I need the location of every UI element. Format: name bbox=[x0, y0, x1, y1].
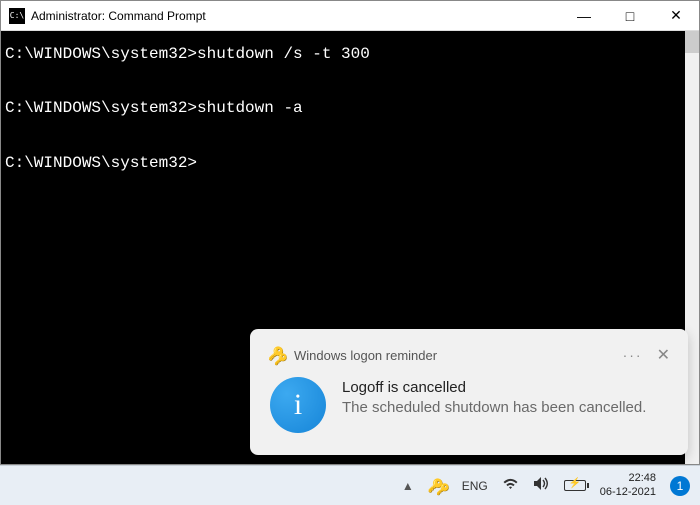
close-icon[interactable]: ✕ bbox=[657, 345, 670, 365]
clock-date: 06-12-2021 bbox=[600, 486, 656, 500]
minimize-button[interactable]: — bbox=[561, 1, 607, 30]
taskbar: ▲ 🔑🔑 ENG ⚡ 22:48 06-12-2021 1 bbox=[0, 465, 700, 505]
info-icon: i bbox=[270, 377, 326, 433]
notification-text: Logoff is cancelled The scheduled shutdo… bbox=[342, 377, 670, 418]
cmd-icon: C:\ bbox=[9, 8, 25, 24]
notification-title: Logoff is cancelled bbox=[342, 379, 670, 396]
terminal-line bbox=[5, 68, 699, 95]
tray-keys-icon[interactable]: 🔑🔑 bbox=[428, 478, 448, 494]
maximize-button[interactable]: □ bbox=[607, 1, 653, 30]
more-icon[interactable]: ··· bbox=[623, 347, 643, 363]
keys-icon: 🔑🔑 bbox=[268, 346, 286, 364]
notification-badge[interactable]: 1 bbox=[670, 476, 690, 496]
scrollbar-thumb[interactable] bbox=[685, 31, 699, 53]
chevron-up-icon[interactable]: ▲ bbox=[402, 479, 414, 493]
clock-time: 22:48 bbox=[600, 472, 656, 486]
terminal-line: C:\WINDOWS\system32> bbox=[5, 150, 699, 177]
clock[interactable]: 22:48 06-12-2021 bbox=[600, 472, 656, 500]
terminal-line bbox=[5, 123, 699, 150]
notification-header: 🔑🔑 Windows logon reminder ··· ✕ bbox=[268, 345, 670, 365]
wifi-icon[interactable] bbox=[502, 477, 519, 494]
notification-message: The scheduled shutdown has been cancelle… bbox=[342, 398, 670, 418]
notification-toast[interactable]: 🔑🔑 Windows logon reminder ··· ✕ i Logoff… bbox=[250, 329, 688, 455]
notification-body: i Logoff is cancelled The scheduled shut… bbox=[268, 377, 670, 433]
close-button[interactable]: ✕ bbox=[653, 1, 699, 30]
volume-icon[interactable] bbox=[533, 476, 550, 495]
language-indicator[interactable]: ENG bbox=[462, 479, 488, 493]
battery-icon[interactable]: ⚡ bbox=[564, 480, 586, 491]
window-controls: — □ ✕ bbox=[561, 1, 699, 30]
terminal-line: C:\WINDOWS\system32>shutdown -a bbox=[5, 95, 699, 122]
titlebar[interactable]: C:\ Administrator: Command Prompt — □ ✕ bbox=[1, 1, 699, 31]
notification-app-name: Windows logon reminder bbox=[294, 348, 623, 363]
window-title: Administrator: Command Prompt bbox=[31, 9, 561, 23]
notification-actions: ··· ✕ bbox=[623, 345, 670, 365]
terminal-line: C:\WINDOWS\system32>shutdown /s -t 300 bbox=[5, 41, 699, 68]
